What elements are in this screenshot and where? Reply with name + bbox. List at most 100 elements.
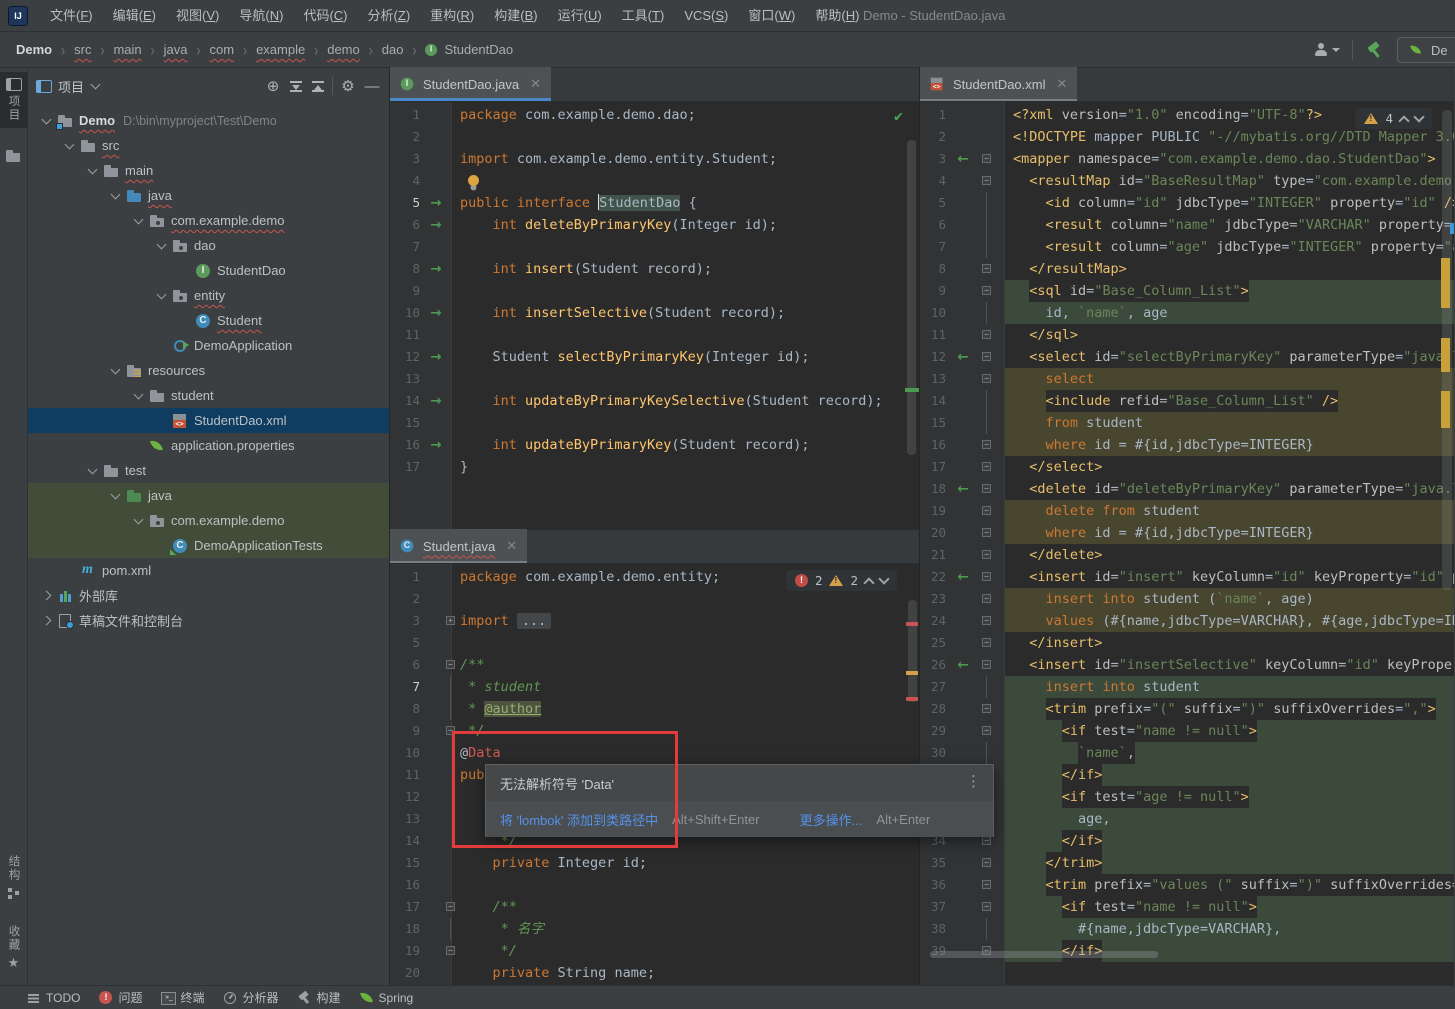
fold-marker-icon[interactable]: −	[974, 544, 1005, 566]
chevron-expanded-icon[interactable]	[127, 219, 149, 223]
collapse-all-icon[interactable]	[310, 78, 326, 94]
chevron-expanded-icon[interactable]	[150, 244, 172, 248]
goto-interface-arrow-icon[interactable]: ←	[952, 346, 974, 368]
more-actions-link[interactable]: 更多操作...	[800, 810, 863, 829]
goto-mapper-arrow-icon[interactable]: →	[426, 258, 446, 280]
tree-row-main[interactable]: main	[28, 158, 389, 183]
breadcrumb-item-src[interactable]: src	[72, 42, 93, 57]
goto-mapper-arrow-icon[interactable]: →	[426, 192, 446, 214]
horizontal-scrollbar[interactable]	[930, 951, 1158, 958]
tree-row-Demo[interactable]: DemoD:\bin\myproject\Test\Demo	[28, 108, 389, 133]
menu-item-6[interactable]: 分析(Z)	[358, 0, 421, 32]
chevron-collapsed-icon[interactable]	[35, 617, 57, 624]
fold-marker-icon[interactable]: −	[974, 324, 1005, 346]
chevron-down-icon[interactable]	[91, 80, 101, 90]
fold-marker-icon[interactable]: −	[974, 280, 1005, 302]
menu-item-12[interactable]: 窗口(W)	[738, 0, 805, 32]
chevron-expanded-icon[interactable]	[58, 144, 80, 148]
next-problem-icon[interactable]	[1413, 111, 1424, 122]
menu-item-13[interactable]: 帮助(H)	[805, 0, 869, 32]
chevron-expanded-icon[interactable]	[35, 119, 57, 123]
fold-marker-icon[interactable]: −	[974, 500, 1005, 522]
fold-marker-icon[interactable]: −	[974, 588, 1005, 610]
goto-mapper-arrow-icon[interactable]: →	[426, 434, 446, 456]
fold-marker-icon[interactable]: −	[974, 434, 1005, 456]
fold-marker-icon[interactable]: −	[974, 698, 1005, 720]
tree-row-resources[interactable]: resources	[28, 358, 389, 383]
breadcrumb-item-demo[interactable]: demo	[325, 42, 362, 57]
inspection-widget[interactable]: ! 2 2	[786, 570, 897, 591]
tab-student-java[interactable]: Student.java ✕	[390, 529, 527, 563]
breadcrumb-item-java[interactable]: java	[162, 42, 190, 57]
tree-row-src[interactable]: src	[28, 133, 389, 158]
settings-gear-icon[interactable]: ⚙	[339, 77, 357, 95]
fold-marker-icon[interactable]: −	[438, 720, 452, 742]
tree-row-test[interactable]: test	[28, 458, 389, 483]
goto-interface-arrow-icon[interactable]: ←	[952, 478, 974, 500]
tree-row-外部库[interactable]: 外部库	[28, 583, 389, 608]
fold-marker-icon[interactable]: −	[974, 456, 1005, 478]
build-hammer-icon[interactable]	[1365, 40, 1385, 60]
fold-marker-icon[interactable]: −	[974, 632, 1005, 654]
chevron-expanded-icon[interactable]	[127, 394, 149, 398]
tree-row-com.example.demo[interactable]: com.example.demo	[28, 208, 389, 233]
statusbar-item-TODO[interactable]: TODO	[26, 990, 80, 1005]
tree-row-StudentDao[interactable]: StudentDao	[28, 258, 389, 283]
statusbar-item-终端[interactable]: 终端	[160, 989, 204, 1006]
menu-item-10[interactable]: 工具(T)	[612, 0, 675, 32]
fold-marker-icon[interactable]: +	[438, 610, 452, 632]
fold-marker-icon[interactable]: −	[974, 346, 1005, 368]
goto-mapper-arrow-icon[interactable]: →	[426, 214, 446, 236]
menu-item-11[interactable]: VCS(S)	[674, 0, 738, 32]
tree-row-java[interactable]: java	[28, 483, 389, 508]
next-problem-icon[interactable]	[878, 573, 889, 584]
goto-mapper-arrow-icon[interactable]: →	[426, 346, 446, 368]
chevron-expanded-icon[interactable]	[104, 494, 126, 498]
inspection-widget[interactable]: 4	[1355, 108, 1432, 129]
fold-marker-icon[interactable]: −	[974, 874, 1005, 896]
goto-interface-arrow-icon[interactable]: ←	[952, 654, 974, 676]
prev-problem-icon[interactable]	[1398, 115, 1409, 126]
menu-item-8[interactable]: 构建(B)	[484, 0, 547, 32]
close-icon[interactable]: ✕	[506, 538, 517, 554]
fold-marker-icon[interactable]: −	[974, 720, 1005, 742]
menu-item-3[interactable]: 视图(V)	[166, 0, 229, 32]
chevron-expanded-icon[interactable]	[150, 294, 172, 298]
chevron-expanded-icon[interactable]	[104, 194, 126, 198]
user-account-button[interactable]	[1313, 42, 1340, 58]
fold-marker-icon[interactable]: −	[974, 258, 1005, 280]
more-menu-icon[interactable]: ⋮	[966, 772, 981, 790]
fold-marker-icon[interactable]: −	[438, 896, 452, 918]
menu-item-5[interactable]: 代码(C)	[293, 0, 357, 32]
chevron-expanded-icon[interactable]	[127, 519, 149, 523]
tree-row-StudentDao.xml[interactable]: StudentDao.xml	[28, 408, 389, 433]
stripe-button-结构[interactable]: 结构	[0, 849, 32, 905]
tree-row-草稿文件和控制台[interactable]: 草稿文件和控制台	[28, 608, 389, 633]
tree-row-DemoApplication[interactable]: DemoApplication	[28, 333, 389, 358]
goto-mapper-arrow-icon[interactable]: →	[426, 390, 446, 412]
tab-studentdao-xml[interactable]: StudentDao.xml ✕	[920, 67, 1077, 101]
statusbar-item-问题[interactable]: 问题	[98, 989, 142, 1006]
fold-marker-icon[interactable]: −	[974, 852, 1005, 874]
fold-marker-icon[interactable]: −	[974, 522, 1005, 544]
tree-row-com.example.demo[interactable]: com.example.demo	[28, 508, 389, 533]
tree-row-java[interactable]: java	[28, 183, 389, 208]
chevron-expanded-icon[interactable]	[81, 469, 103, 473]
tree-row-application.properties[interactable]: application.properties	[28, 433, 389, 458]
tree-row-student[interactable]: student	[28, 383, 389, 408]
fold-marker-icon[interactable]: −	[974, 368, 1005, 390]
fold-marker-icon[interactable]: −	[974, 896, 1005, 918]
tree-row-dao[interactable]: dao	[28, 233, 389, 258]
tree-row-DemoApplicationTests[interactable]: DemoApplicationTests	[28, 533, 389, 558]
goto-mapper-arrow-icon[interactable]: →	[426, 302, 446, 324]
breadcrumb-item-example[interactable]: example	[254, 42, 307, 57]
menu-item-9[interactable]: 运行(U)	[548, 0, 612, 32]
fold-marker-icon[interactable]: −	[974, 566, 1005, 588]
fold-marker-icon[interactable]: −	[974, 148, 1005, 170]
fold-marker-icon[interactable]: −	[438, 654, 452, 676]
chevron-expanded-icon[interactable]	[104, 369, 126, 373]
goto-interface-arrow-icon[interactable]: ←	[952, 148, 974, 170]
fold-marker-icon[interactable]: −	[974, 654, 1005, 676]
fold-marker-icon[interactable]: −	[974, 610, 1005, 632]
chevron-expanded-icon[interactable]	[81, 169, 103, 173]
